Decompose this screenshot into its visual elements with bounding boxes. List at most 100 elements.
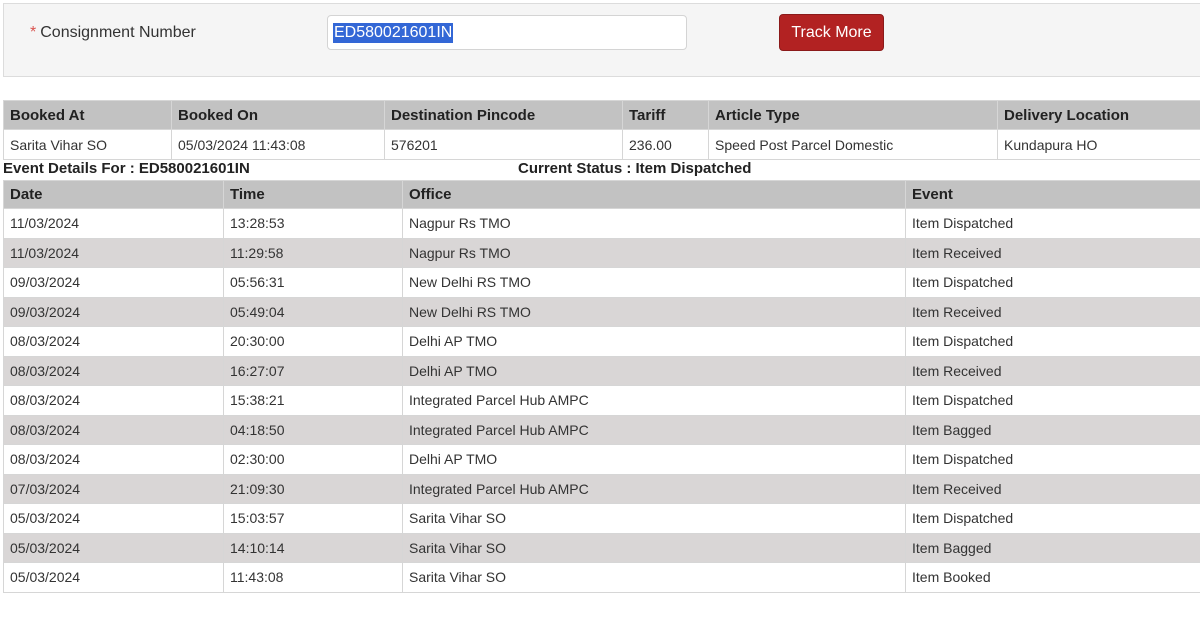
event-time: 21:09:30 <box>223 473 403 504</box>
event-office: Delhi AP TMO <box>402 444 906 475</box>
booking-header-row: Booked At Booked On Destination Pincode … <box>3 100 1200 130</box>
table-row: 08/03/2024 20:30:00 Delhi AP TMO Item Dispa… <box>3 326 1200 357</box>
delivery-location-value: Kundapura HO <box>997 129 1200 160</box>
event-details-title: Event Details For : ED580021601IN <box>3 160 250 177</box>
event-time: 02:30:00 <box>223 444 403 475</box>
events-header-row: Date Time Office Event <box>3 180 1200 209</box>
event-status: Item Bagged <box>905 532 1200 563</box>
event-office: Integrated Parcel Hub AMPC <box>402 385 906 416</box>
event-date: 08/03/2024 <box>3 355 224 386</box>
event-date: 05/03/2024 <box>3 562 224 593</box>
consignment-input[interactable]: ED580021601IN <box>327 15 687 50</box>
event-time: 05:49:04 <box>223 296 403 327</box>
events-body: 11/03/2024 13:28:53 Nagpur Rs TMO Item Disp… <box>3 208 1200 593</box>
tariff-value: 236.00 <box>622 129 709 160</box>
event-status: Item Booked <box>905 562 1200 593</box>
table-row: 05/03/2024 11:43:08 Sarita Vihar SO Item Bo… <box>3 562 1200 593</box>
consignment-label-text: Consignment Number <box>40 24 196 41</box>
track-more-button[interactable]: Track More <box>779 14 884 51</box>
search-panel: * Consignment Number ED580021601IN Track … <box>3 3 1200 77</box>
event-details-prefix: Event Details For : <box>3 160 139 177</box>
event-office: Nagpur Rs TMO <box>402 208 906 239</box>
event-office: Sarita Vihar SO <box>402 562 906 593</box>
event-office: Sarita Vihar SO <box>402 532 906 563</box>
destination-pincode-value: 576201 <box>384 129 623 160</box>
booked-at-value: Sarita Vihar SO <box>3 129 172 160</box>
header-article-type: Article Type <box>708 100 998 130</box>
event-office: Nagpur Rs TMO <box>402 237 906 268</box>
booking-row: Sarita Vihar SO 05/03/2024 11:43:08 5762… <box>3 129 1200 160</box>
event-time: 16:27:07 <box>223 355 403 386</box>
event-time: 13:28:53 <box>223 208 403 239</box>
event-status: Item Dispatched <box>905 208 1200 239</box>
event-time: 05:56:31 <box>223 267 403 298</box>
event-office: New Delhi RS TMO <box>402 296 906 327</box>
event-time: 11:43:08 <box>223 562 403 593</box>
event-status: Item Dispatched <box>905 267 1200 298</box>
table-row: 11/03/2024 13:28:53 Nagpur Rs TMO Item Disp… <box>3 208 1200 239</box>
consignment-label: * Consignment Number <box>30 24 196 42</box>
event-status: Item Dispatched <box>905 326 1200 357</box>
header-time: Time <box>223 180 403 209</box>
header-tariff: Tariff <box>622 100 709 130</box>
event-date: 08/03/2024 <box>3 385 224 416</box>
table-row: 05/03/2024 14:10:14 Sarita Vihar SO Item Ba… <box>3 532 1200 563</box>
event-date: 08/03/2024 <box>3 326 224 357</box>
event-status: Item Received <box>905 355 1200 386</box>
event-date: 07/03/2024 <box>3 473 224 504</box>
event-office: Delhi AP TMO <box>402 326 906 357</box>
event-time: 14:10:14 <box>223 532 403 563</box>
event-status: Item Received <box>905 473 1200 504</box>
event-status: Item Dispatched <box>905 385 1200 416</box>
required-mark: * <box>30 24 37 41</box>
header-booked-on: Booked On <box>171 100 385 130</box>
event-date: 11/03/2024 <box>3 208 224 239</box>
header-event: Event <box>905 180 1200 209</box>
table-row: 09/03/2024 05:49:04 New Delhi RS TMO Item R… <box>3 296 1200 327</box>
event-status: Item Bagged <box>905 414 1200 445</box>
article-type-value: Speed Post Parcel Domestic <box>708 129 998 160</box>
table-row: 08/03/2024 02:30:00 Delhi AP TMO Item Dispa… <box>3 444 1200 475</box>
event-office: Sarita Vihar SO <box>402 503 906 534</box>
event-date: 08/03/2024 <box>3 444 224 475</box>
event-office: New Delhi RS TMO <box>402 267 906 298</box>
event-office: Integrated Parcel Hub AMPC <box>402 414 906 445</box>
table-row: 11/03/2024 11:29:58 Nagpur Rs TMO Item Rece… <box>3 237 1200 268</box>
event-time: 11:29:58 <box>223 237 403 268</box>
event-time: 20:30:00 <box>223 326 403 357</box>
event-status: Item Received <box>905 237 1200 268</box>
event-date: 09/03/2024 <box>3 296 224 327</box>
table-row: 09/03/2024 05:56:31 New Delhi RS TMO Item D… <box>3 267 1200 298</box>
event-office: Integrated Parcel Hub AMPC <box>402 473 906 504</box>
event-date: 08/03/2024 <box>3 414 224 445</box>
header-booked-at: Booked At <box>3 100 172 130</box>
event-office: Delhi AP TMO <box>402 355 906 386</box>
event-time: 15:38:21 <box>223 385 403 416</box>
table-row: 08/03/2024 15:38:21 Integrated Parcel Hub … <box>3 385 1200 416</box>
current-status: Current Status : Item Dispatched <box>518 160 751 177</box>
header-destination-pincode: Destination Pincode <box>384 100 623 130</box>
event-status: Item Dispatched <box>905 503 1200 534</box>
current-status-value: Item Dispatched <box>635 160 752 177</box>
event-status: Item Received <box>905 296 1200 327</box>
header-delivery-location: Delivery Location <box>997 100 1200 130</box>
event-date: 05/03/2024 <box>3 503 224 534</box>
booked-on-value: 05/03/2024 11:43:08 <box>171 129 385 160</box>
event-time: 15:03:57 <box>223 503 403 534</box>
current-status-prefix: Current Status : <box>518 160 636 177</box>
events-table: Date Time Office Event 11/03/2024 13:28:5… <box>3 180 1200 593</box>
table-row: 08/03/2024 04:18:50 Integrated Parcel Hub … <box>3 414 1200 445</box>
table-row: 08/03/2024 16:27:07 Delhi AP TMO Item Recei… <box>3 355 1200 386</box>
event-status: Item Dispatched <box>905 444 1200 475</box>
event-date: 09/03/2024 <box>3 267 224 298</box>
consignment-input-value: ED580021601IN <box>333 22 454 43</box>
table-row: 05/03/2024 15:03:57 Sarita Vihar SO Item Di… <box>3 503 1200 534</box>
table-row: 07/03/2024 21:09:30 Integrated Parcel Hub … <box>3 473 1200 504</box>
event-details-consignment: ED580021601IN <box>138 160 250 177</box>
event-details-header: Event Details For : ED580021601IN Curren… <box>3 160 1200 180</box>
header-date: Date <box>3 180 224 209</box>
event-time: 04:18:50 <box>223 414 403 445</box>
booking-table: Booked At Booked On Destination Pincode … <box>3 100 1200 160</box>
event-date: 11/03/2024 <box>3 237 224 268</box>
header-office: Office <box>402 180 906 209</box>
